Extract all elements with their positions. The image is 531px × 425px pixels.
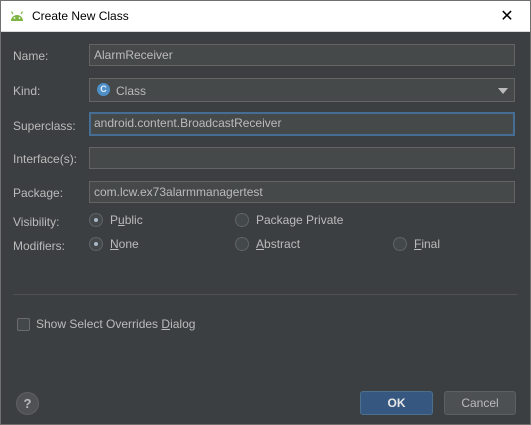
visibility-label: Visibility:: [13, 215, 60, 229]
android-icon: [10, 11, 24, 21]
modifier-final-radio[interactable]: Final: [393, 237, 440, 251]
title-bar: Create New Class ✕: [1, 1, 530, 32]
name-label: Name:: [13, 49, 49, 63]
modifier-final-label: Final: [414, 237, 441, 251]
visibility-package-private-radio[interactable]: Package Private: [235, 213, 343, 227]
radio-unchecked-icon: [235, 213, 249, 227]
class-icon: C: [97, 83, 110, 96]
radio-unchecked-icon: [235, 237, 249, 251]
show-overrides-checkbox[interactable]: Show Select Overrides Dialog: [17, 317, 195, 331]
package-label: Package:: [13, 186, 64, 200]
cancel-button[interactable]: Cancel: [444, 391, 516, 415]
ok-button[interactable]: OK: [360, 391, 433, 415]
interfaces-label: Interface(s):: [13, 152, 78, 166]
modifiers-label: Modifiers:: [13, 239, 66, 253]
kind-value: Class: [116, 84, 147, 98]
visibility-public-radio[interactable]: Public: [89, 213, 143, 227]
dialog-title: Create New Class: [32, 9, 129, 23]
visibility-public-label: Public: [110, 213, 143, 227]
chevron-down-icon: [498, 88, 508, 94]
create-new-class-dialog: Create New Class ✕ Name: AlarmReceiver K…: [0, 0, 531, 425]
checkbox-unchecked-icon: [17, 317, 30, 331]
radio-unchecked-icon: [393, 237, 407, 251]
superclass-input[interactable]: android.content.BroadcastReceiver: [89, 112, 515, 136]
show-overrides-label: Show Select Overrides Dialog: [36, 317, 196, 331]
help-icon: ?: [23, 396, 32, 411]
modifier-none-label: None: [110, 237, 139, 251]
modifier-abstract-radio[interactable]: Abstract: [235, 237, 300, 251]
kind-label: Kind:: [13, 84, 41, 98]
visibility-package-private-label: Package Private: [256, 213, 344, 227]
interfaces-input[interactable]: [89, 147, 515, 169]
radio-checked-icon: [89, 237, 103, 251]
package-input[interactable]: com.lcw.ex73alarmmanagertest: [89, 181, 515, 203]
superclass-label: Superclass:: [13, 119, 76, 133]
modifier-none-radio[interactable]: None: [89, 237, 139, 251]
name-input[interactable]: AlarmReceiver: [89, 44, 515, 66]
kind-dropdown[interactable]: C Class: [89, 78, 515, 102]
modifier-abstract-label: Abstract: [256, 237, 301, 251]
radio-checked-icon: [89, 213, 103, 227]
close-button[interactable]: ✕: [484, 1, 530, 31]
close-icon: ✕: [500, 8, 514, 25]
separator: [13, 294, 518, 295]
help-button[interactable]: ?: [16, 392, 39, 415]
